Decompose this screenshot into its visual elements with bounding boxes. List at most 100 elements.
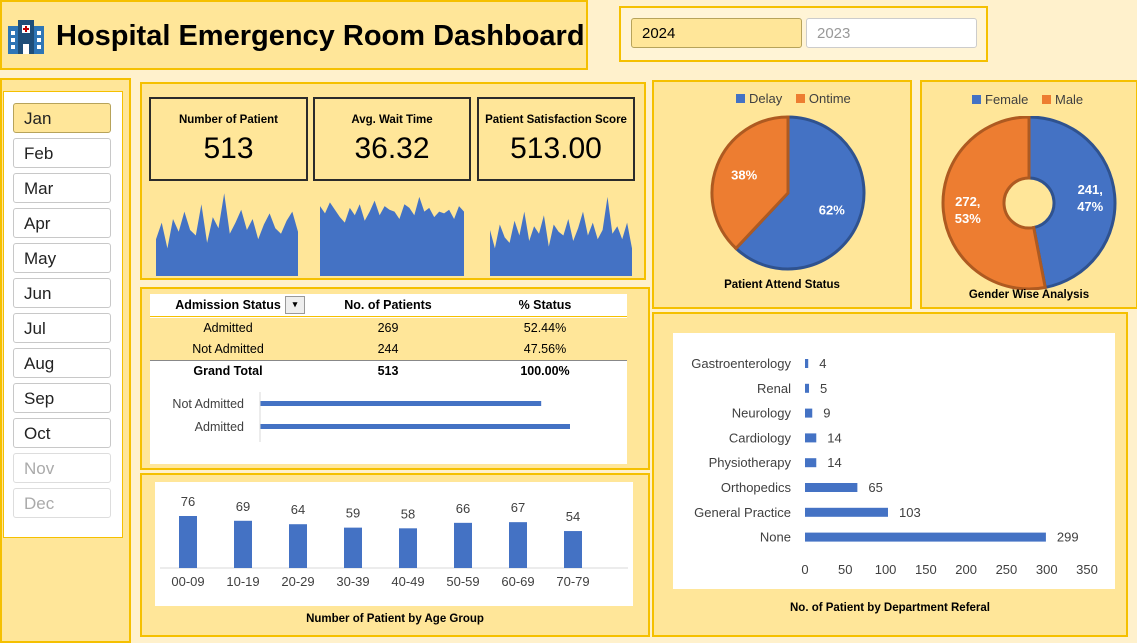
bar-category-label: Admitted [195,420,244,434]
month-button-oct[interactable]: Oct [13,418,111,448]
month-button-sep[interactable]: Sep [13,383,111,413]
x-tick-label: 100 [875,562,897,577]
department-panel: Gastroenterology 4 Renal 5 Neurology 9 Cardiol… [652,312,1128,637]
department-chart-title: No. of Patient by Department Referal [789,602,990,614]
month-button-jul[interactable]: Jul [13,313,111,343]
sparkline-wait [320,196,464,276]
table-total-row: Grand Total 513 100.00% [150,361,627,382]
hospital-icon [8,20,44,54]
age-bar [344,527,362,568]
legend-label-ontime: Ontime [808,91,851,106]
kpi-label: Patient Satisfaction Score [485,114,627,126]
kpi-panel: Number of Patient 513 Avg. Wait Time 36.… [140,82,646,280]
month-button-jan[interactable]: Jan [13,103,111,133]
department-bar [805,383,810,393]
legend-label-female: Female [985,92,1029,107]
kpi-value: 36.32 [354,132,430,165]
kpi-value: 513.00 [510,132,602,165]
age-bar [289,524,307,568]
gender-chart-title: Gender Wise Analysis [968,289,1090,301]
cell-pct: 47.56% [523,342,567,356]
bar-category-label: 70-79 [556,574,589,589]
bar-category-label: 10-19 [226,574,259,589]
month-button-nov[interactable]: Nov [13,453,111,483]
cell-pct: 100.00% [520,364,570,378]
title-panel: Hospital Emergency Room Dashboard [0,0,588,70]
department-bar [805,359,809,368]
kpi-card-wait-time: Avg. Wait Time 36.32 [313,97,471,181]
x-tick-label: 200 [955,562,977,577]
department-bar [805,458,817,468]
admission-panel: Admission Status ▾ No. of Patients % Sta… [140,287,650,470]
cell-status: Not Admitted [192,342,264,356]
legend-label-delay: Delay [749,91,783,106]
admission-bar-chart: Not Admitted Admitted [172,392,570,442]
attend-pie-panel: Delay Ontime 62% 38% Patient Attend Statu… [652,80,912,309]
legend-swatch-female [972,95,981,104]
year-slicer: 2024 2023 [619,6,988,62]
bar-category-label: Neurology [732,406,792,421]
legend-swatch-male [1041,95,1051,104]
kpi-card-patients: Number of Patient 513 [149,97,308,181]
cell-count: 244 [377,342,399,356]
cell-status: Admitted [203,321,253,335]
bar-category-label: Gastroenterology [691,356,791,371]
bar-category-label: 40-49 [391,574,424,589]
filter-dropdown-icon[interactable]: ▾ [285,296,305,314]
age-bar [509,522,527,568]
year-button-2024[interactable]: 2024 [631,18,802,48]
x-tick-label: 250 [996,562,1018,577]
sparkline-area [490,196,632,276]
month-button-jun[interactable]: Jun [13,278,111,308]
bar-category-label: 60-69 [501,574,534,589]
bar-value-label: 4 [819,356,826,371]
month-button-apr[interactable]: Apr [13,208,111,238]
age-bar [179,516,197,568]
bar-value-label: 58 [401,506,415,521]
department-bar [805,507,888,517]
bar-value-label: 299 [1057,530,1079,545]
age-bar [564,531,582,568]
bar-category-label: Orthopedics [721,480,792,495]
bar-category-label: 00-09 [171,574,204,589]
month-button-feb[interactable]: Feb [13,138,111,168]
attend-chart-title: Patient Attend Status [724,279,840,291]
legend-swatch-delay [736,94,745,103]
month-button-dec[interactable]: Dec [13,488,111,518]
header-patients: No. of Patients [344,298,432,312]
bar-value-label: 64 [291,502,305,517]
month-slicer: Jan Feb Mar Apr May Jun Jul Aug Sep Oct … [3,91,123,538]
department-bar [805,483,858,492]
bar-category-label: 50-59 [446,574,479,589]
bar-value-label: 69 [236,499,250,514]
month-button-aug[interactable]: Aug [13,348,111,378]
bar-category-label: None [760,530,791,545]
department-bar-chart: Gastroenterology 4 Renal 5 Neurology 9 Cardiol… [673,333,1115,589]
age-bar [234,520,252,568]
kpi-card-satisfaction: Patient Satisfaction Score 513.00 [477,97,635,181]
age-bar-chart: 76 00-09 69 10-19 64 20-29 59 30-39 58 40-49 66 50-… [155,482,633,606]
cell-status: Grand Total [193,364,263,378]
bar-category-label: Cardiology [729,430,792,445]
bar-value-label: 66 [456,501,470,516]
kpi-label: Avg. Wait Time [351,114,433,126]
year-button-2023[interactable]: 2023 [806,18,977,48]
admission-bar [260,424,570,429]
bar-value-label: 59 [346,506,360,521]
bar-category-label: Not Admitted [172,397,244,411]
legend-swatch-ontime [795,94,805,103]
month-button-may[interactable]: May [13,243,111,273]
bar-category-label: 20-29 [281,574,314,589]
attend-legend: Delay Ontime [736,91,851,106]
sparkline-satisfaction [490,196,632,276]
gender-donut: 241, 47%272, 53% [941,116,1117,290]
cell-pct: 52.44% [523,321,567,335]
bar-category-label: Physiotherapy [709,455,792,470]
kpi-value: 513 [203,132,254,165]
bar-category-label: General Practice [694,505,791,520]
gender-legend: Female Male [972,92,1083,107]
bar-category-label: Renal [757,381,791,396]
month-button-mar[interactable]: Mar [13,173,111,203]
table-row: Admitted 269 52.44% [150,318,627,339]
bar-value-label: 54 [566,509,580,524]
